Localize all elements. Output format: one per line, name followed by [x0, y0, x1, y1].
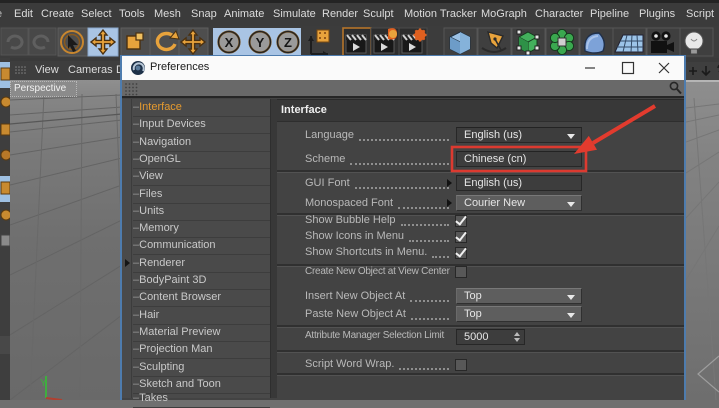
svg-text:Z: Z — [284, 35, 292, 50]
svg-text:Y: Y — [256, 35, 265, 50]
svg-text:X: X — [225, 35, 234, 50]
svg-text:Y: Y — [40, 378, 47, 389]
